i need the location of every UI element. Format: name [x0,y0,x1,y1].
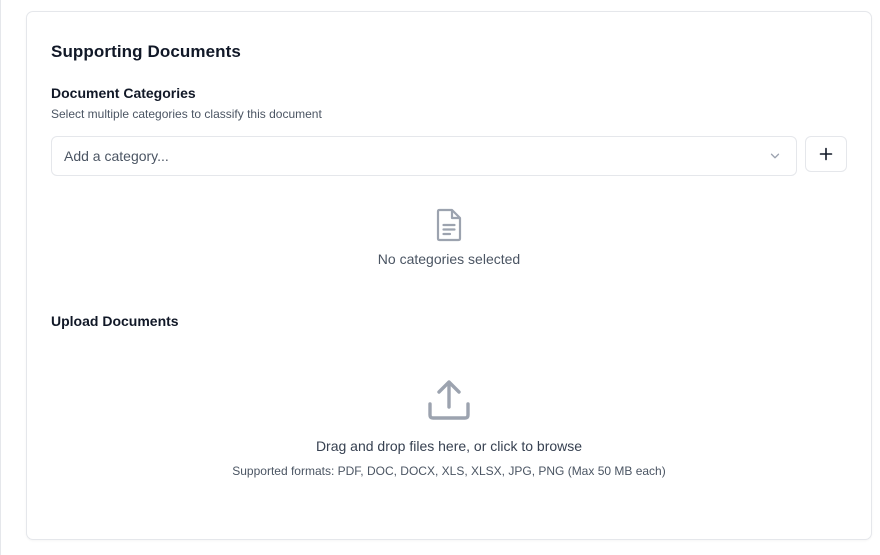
document-icon [436,208,462,242]
add-category-button[interactable] [805,136,847,172]
category-select[interactable]: Add a category... [51,136,797,176]
dropzone-instructions: Drag and drop files here, or click to br… [315,438,583,454]
chevron-down-icon [770,153,780,159]
document-categories-hint: Select multiple categories to classify t… [51,107,322,121]
category-select-placeholder: Add a category... [64,148,169,164]
empty-categories-text: No categories selected [377,251,521,267]
page-frame: Supporting Documents Document Categories… [0,0,880,555]
supporting-documents-card: Supporting Documents Document Categories… [26,11,872,540]
plus-icon [819,147,833,161]
upload-documents-label: Upload Documents [51,313,179,329]
file-dropzone[interactable]: Drag and drop files here, or click to br… [51,352,847,512]
upload-icon [428,380,470,420]
section-title: Supporting Documents [51,42,241,61]
supported-formats-text: Supported formats: PDF, DOC, DOCX, XLS, … [232,464,666,478]
categories-empty-state: No categories selected [27,208,871,267]
document-categories-label: Document Categories [51,85,196,101]
